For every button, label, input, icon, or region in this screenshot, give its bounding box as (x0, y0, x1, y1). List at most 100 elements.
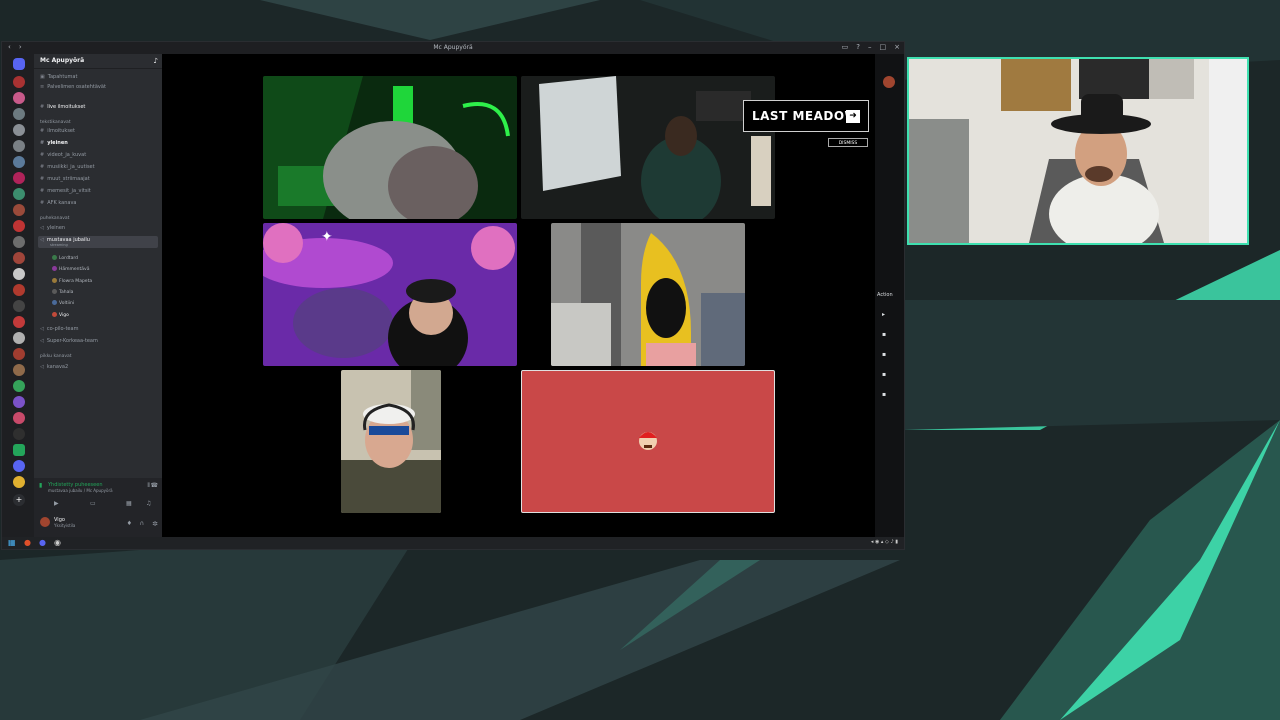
voice-user[interactable]: Voltiini (52, 300, 74, 306)
category-voice[interactable]: puhekanavat (40, 216, 69, 221)
discord-home-icon[interactable] (13, 58, 25, 70)
system-tray[interactable]: ◂ ◉ ▴ ◇ ♪ ▮ (871, 539, 898, 545)
obs-icon[interactable]: ◉ (54, 538, 61, 547)
discord-taskbar-icon[interactable]: ● (39, 538, 46, 547)
server-icon[interactable] (13, 236, 25, 248)
voice-user[interactable]: Tahala (52, 289, 73, 295)
voice-user[interactable]: Lordtard (52, 255, 78, 261)
sidebar-item-events[interactable]: ▣ Tapahtumat (40, 74, 77, 80)
browser-icon[interactable]: ● (24, 538, 31, 547)
trash-icon[interactable]: ▪ (882, 351, 886, 358)
server-icon[interactable] (13, 428, 25, 440)
avatar[interactable] (40, 517, 50, 527)
server-icon[interactable] (13, 412, 25, 424)
headphones-icon[interactable]: ∩ (140, 520, 144, 527)
server-icon[interactable] (13, 220, 25, 232)
channel-item[interactable]: # muut_striimaajat (40, 176, 90, 182)
gear-icon[interactable]: ✲ (152, 520, 158, 528)
server-icon[interactable] (13, 252, 25, 264)
play-icon[interactable]: ▸ (882, 311, 885, 318)
video-feed (639, 432, 657, 450)
maximize-icon[interactable]: □ (880, 43, 887, 51)
speaker-icon: ◁ (40, 237, 44, 243)
server-icon[interactable] (13, 444, 25, 456)
server-icon[interactable] (13, 204, 25, 216)
channel-item[interactable]: # musiikki_ja_uutiset (40, 164, 95, 170)
video-tile[interactable] (341, 370, 441, 513)
server-icon[interactable] (13, 396, 25, 408)
channel-item[interactable]: # videot_ja_kuvat (40, 152, 86, 158)
activities-icon[interactable]: ▦ (126, 500, 132, 507)
video-tile[interactable] (521, 76, 775, 219)
video-stage: ✦ LAST MEADOW ➜ DISMISS (162, 54, 875, 537)
avatar[interactable] (883, 76, 895, 88)
add-server-icon[interactable]: + (13, 494, 25, 506)
camera-icon[interactable]: ▶ (54, 500, 59, 507)
voice-channel-item[interactable]: ◁ co-pilo-team (40, 326, 78, 332)
dismiss-button[interactable]: DISMISS (828, 138, 868, 147)
window-controls: ▭ ? – □ × (842, 43, 900, 51)
windows-start-icon[interactable]: ▦ (8, 538, 16, 547)
channel-item[interactable]: # ilmoitukset (40, 128, 75, 134)
video-feed (551, 223, 745, 366)
video-tile[interactable] (263, 76, 517, 219)
hash-icon: # (40, 188, 45, 194)
server-icon[interactable] (13, 172, 25, 184)
server-icon[interactable] (13, 476, 25, 488)
banner-text: LAST MEADOW (752, 109, 859, 123)
server-icon[interactable] (13, 332, 25, 344)
server-icon[interactable] (13, 76, 25, 88)
channel-item[interactable]: # AFK kanava (40, 200, 77, 206)
category-text[interactable]: tekstikanavat (40, 120, 71, 125)
soundboard-icon[interactable]: ♫ (146, 500, 151, 507)
avatar (52, 278, 57, 283)
list-icon: ≡ (40, 84, 45, 90)
microphone-icon[interactable]: ♦ (127, 520, 132, 527)
hash-icon: # (40, 152, 45, 158)
video-tile-avatar[interactable] (521, 370, 775, 513)
inbox-icon[interactable]: ▭ (842, 43, 849, 51)
screen-share-icon[interactable]: ▭ (90, 500, 96, 507)
video-tile[interactable] (551, 223, 745, 366)
minimize-icon[interactable]: – (868, 43, 872, 51)
disconnect-icon[interactable]: ☎ (151, 482, 158, 489)
trash-icon[interactable]: ▪ (882, 391, 886, 398)
member-strip: Action ▸ ▪ ▪ ▪ ▪ (875, 54, 904, 537)
video-tile[interactable]: ✦ (263, 223, 517, 366)
trash-icon[interactable]: ▪ (882, 331, 886, 338)
sidebar-item-server-guide[interactable]: ≡ Palvelimen osatehtävät (40, 84, 106, 90)
server-icon[interactable] (13, 300, 25, 312)
voice-channel-item[interactable]: ◁ yleinen (40, 225, 65, 231)
hash-icon: # (40, 164, 45, 170)
server-icon[interactable] (13, 348, 25, 360)
server-icon[interactable] (13, 124, 25, 136)
category-small[interactable]: pikku kanavat (40, 354, 72, 359)
server-icon[interactable] (13, 140, 25, 152)
voice-user[interactable]: Hämmentävä (52, 266, 89, 272)
channel-item[interactable]: # yleinen (40, 140, 68, 146)
voice-user[interactable]: Vigo (52, 312, 69, 318)
server-icon[interactable] (13, 156, 25, 168)
server-icon[interactable] (13, 108, 25, 120)
server-icon[interactable] (13, 316, 25, 328)
server-icon[interactable] (13, 284, 25, 296)
server-icon[interactable] (13, 364, 25, 376)
voice-user[interactable]: Flowra Mapeta (52, 278, 92, 284)
help-icon[interactable]: ? (856, 43, 860, 51)
bell-icon[interactable]: ♪ (154, 54, 158, 68)
channel-item[interactable]: # memesit_ja_vitsit (40, 188, 91, 194)
server-icon[interactable] (13, 380, 25, 392)
channel-live-announcements[interactable]: # live ilmoitukset (40, 104, 85, 110)
server-header[interactable]: Mc Apupyörä ♪ (34, 54, 162, 69)
trash-icon[interactable]: ▪ (882, 371, 886, 378)
server-icon[interactable] (13, 188, 25, 200)
voice-server-text: mustavaa jubailu / Mc Apupyörä (48, 488, 113, 493)
server-icon[interactable] (13, 92, 25, 104)
close-icon[interactable]: × (894, 43, 900, 51)
avatar (52, 300, 57, 305)
voice-channel-item[interactable]: ◁ kanava2 (40, 364, 68, 370)
server-icon[interactable] (13, 460, 25, 472)
last-meadow-banner[interactable]: LAST MEADOW ➜ (743, 100, 869, 132)
voice-channel-item[interactable]: ◁ Super-Korkeaa-team (40, 338, 98, 344)
server-icon[interactable] (13, 268, 25, 280)
